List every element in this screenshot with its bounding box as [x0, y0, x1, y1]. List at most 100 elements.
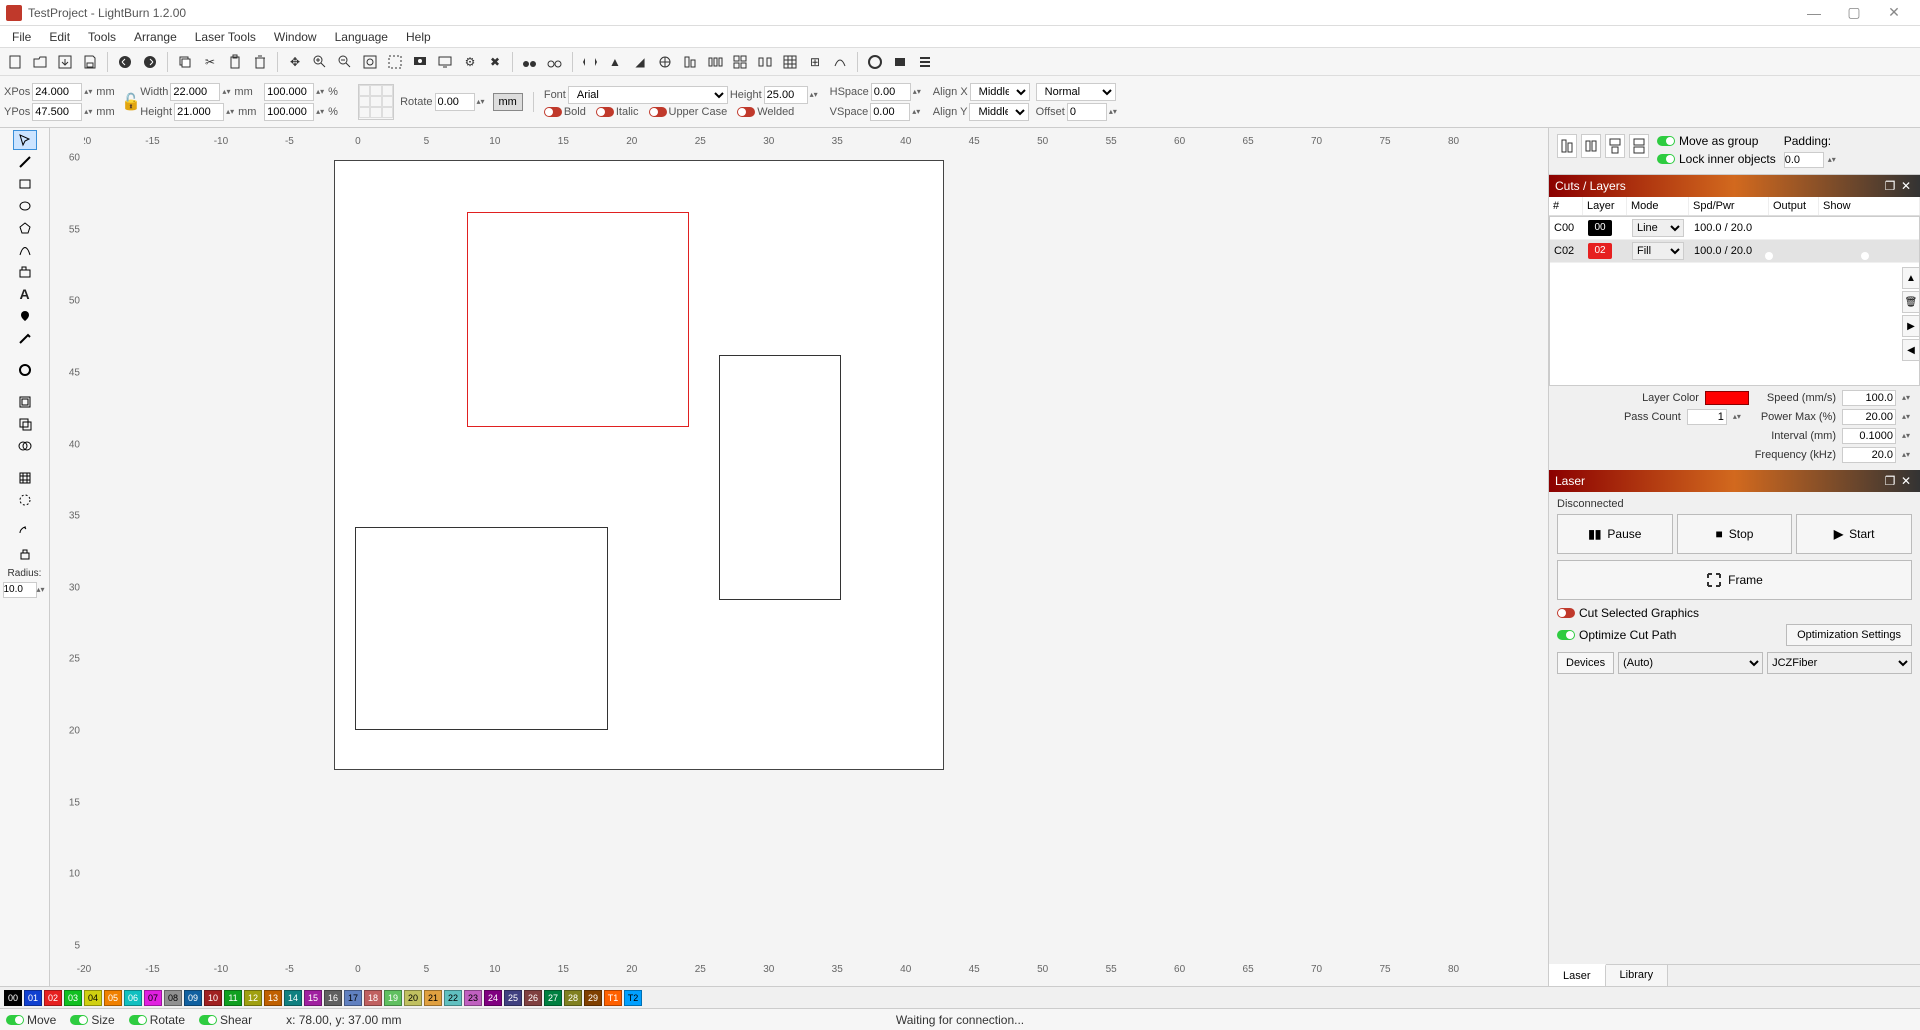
lock-icon[interactable]: 🔓 [122, 89, 140, 115]
layer-delete-icon[interactable]: 🗑 [1902, 291, 1920, 313]
palette-00[interactable]: 00 [4, 990, 22, 1006]
alignx-select[interactable]: Middle [970, 83, 1030, 101]
font-height-input[interactable] [764, 86, 808, 104]
rotate-input[interactable] [435, 93, 475, 111]
import-icon[interactable] [54, 51, 76, 73]
speed-input[interactable] [1842, 390, 1896, 406]
menu-help[interactable]: Help [398, 28, 439, 46]
polygon-tool-icon[interactable] [13, 218, 37, 238]
palette-17[interactable]: 17 [344, 990, 362, 1006]
rectangle-tool-icon[interactable] [13, 174, 37, 194]
circle-tool-icon[interactable] [13, 360, 37, 380]
padding-input[interactable] [1784, 152, 1824, 168]
bold-toggle[interactable] [544, 107, 562, 117]
width-pct-input[interactable] [264, 83, 314, 101]
copy-icon[interactable] [174, 51, 196, 73]
align-h3-icon[interactable] [1605, 134, 1625, 158]
save-icon[interactable] [79, 51, 101, 73]
select-tool-icon[interactable] [13, 130, 37, 150]
radial-tool-icon[interactable] [13, 490, 37, 510]
palette-29[interactable]: 29 [584, 990, 602, 1006]
cuts-row-c02[interactable]: C02 02 Fill 100.0 / 20.0 [1550, 240, 1919, 263]
menu-arrange[interactable]: Arrange [126, 28, 185, 46]
palette-20[interactable]: 20 [404, 990, 422, 1006]
status-move-toggle[interactable] [6, 1015, 24, 1025]
cut-selected-toggle[interactable] [1557, 608, 1575, 618]
hinge-tool-icon[interactable] [13, 544, 37, 564]
pause-button[interactable]: ▮▮Pause [1557, 514, 1673, 554]
open-icon[interactable] [29, 51, 51, 73]
status-rotate-toggle[interactable] [129, 1015, 147, 1025]
palette-22[interactable]: 22 [444, 990, 462, 1006]
palette-05[interactable]: 05 [104, 990, 122, 1006]
menu-language[interactable]: Language [327, 28, 396, 46]
stop-button[interactable]: ■Stop [1677, 514, 1793, 554]
font-select[interactable]: Arial [568, 86, 728, 104]
menu-edit[interactable]: Edit [41, 28, 78, 46]
upper-toggle[interactable] [649, 107, 667, 117]
flip-h-icon[interactable] [579, 51, 601, 73]
array-icon[interactable] [754, 51, 776, 73]
boolean-tool-icon[interactable] [13, 414, 37, 434]
palette-11[interactable]: 11 [224, 990, 242, 1006]
tab-library[interactable]: Library [1606, 965, 1669, 986]
zoom-in-icon[interactable] [309, 51, 331, 73]
offset-input[interactable] [1067, 103, 1107, 121]
laser-float-icon[interactable]: ❐ [1882, 474, 1898, 488]
palette-04[interactable]: 04 [84, 990, 102, 1006]
cuts-row-c00[interactable]: C00 00 Line 100.0 / 20.0 [1550, 217, 1919, 240]
interval-input[interactable] [1842, 428, 1896, 444]
marker-tool-icon[interactable] [13, 306, 37, 326]
ellipse-tool-icon[interactable] [13, 196, 37, 216]
palette-24[interactable]: 24 [484, 990, 502, 1006]
offset-tool-icon[interactable] [13, 392, 37, 412]
shape-red-rect[interactable] [467, 212, 689, 427]
tab-tool-icon[interactable] [13, 262, 37, 282]
device-auto-select[interactable]: (Auto) [1618, 652, 1763, 674]
cuts-panel-header[interactable]: Cuts / Layers ❐ ✕ [1549, 175, 1920, 197]
layer-up-icon[interactable]: ▲ [1902, 267, 1920, 289]
weld-tool-icon[interactable] [13, 436, 37, 456]
text-tool-icon[interactable]: A [13, 284, 37, 304]
palette-23[interactable]: 23 [464, 990, 482, 1006]
move-as-group-toggle[interactable] [1657, 136, 1675, 146]
mode-select-0[interactable]: Line [1632, 219, 1684, 237]
palette-14[interactable]: 14 [284, 990, 302, 1006]
zoom-sel-icon[interactable] [384, 51, 406, 73]
preview-icon[interactable] [409, 51, 431, 73]
menu-window[interactable]: Window [266, 28, 325, 46]
palette-01[interactable]: 01 [24, 990, 42, 1006]
palette-09[interactable]: 09 [184, 990, 202, 1006]
radius-input[interactable] [3, 582, 37, 598]
palette-28[interactable]: 28 [564, 990, 582, 1006]
anchor-grid[interactable] [358, 84, 394, 120]
path-tool-icon[interactable] [829, 51, 851, 73]
palette-18[interactable]: 18 [364, 990, 382, 1006]
palette-03[interactable]: 03 [64, 990, 82, 1006]
monitor-icon[interactable] [434, 51, 456, 73]
flip-v-icon[interactable]: ▲ [604, 51, 626, 73]
minimize-button[interactable]: — [1794, 1, 1834, 25]
width-input[interactable] [170, 83, 220, 101]
power-input[interactable] [1842, 409, 1896, 425]
devices-button[interactable]: Devices [1557, 652, 1614, 674]
zoom-frame-icon[interactable] [359, 51, 381, 73]
palette-19[interactable]: 19 [384, 990, 402, 1006]
palette-12[interactable]: 12 [244, 990, 262, 1006]
optimize-path-toggle[interactable] [1557, 630, 1575, 640]
path-tool-icon[interactable] [13, 240, 37, 260]
palette-T2[interactable]: T2 [624, 990, 642, 1006]
palette-06[interactable]: 06 [124, 990, 142, 1006]
status-shear-toggle[interactable] [199, 1015, 217, 1025]
palette-13[interactable]: 13 [264, 990, 282, 1006]
feeder-icon[interactable] [889, 51, 911, 73]
align-h2-icon[interactable] [1581, 134, 1601, 158]
maximize-button[interactable]: ▢ [1834, 1, 1874, 25]
freq-input[interactable] [1842, 447, 1896, 463]
edit-nodes-tool-icon[interactable] [13, 328, 37, 348]
draw-line-tool-icon[interactable] [13, 152, 37, 172]
undo-icon[interactable] [114, 51, 136, 73]
align-h1-icon[interactable] [1557, 134, 1577, 158]
mm-toggle[interactable]: mm [493, 93, 523, 111]
ypos-input[interactable] [32, 103, 82, 121]
